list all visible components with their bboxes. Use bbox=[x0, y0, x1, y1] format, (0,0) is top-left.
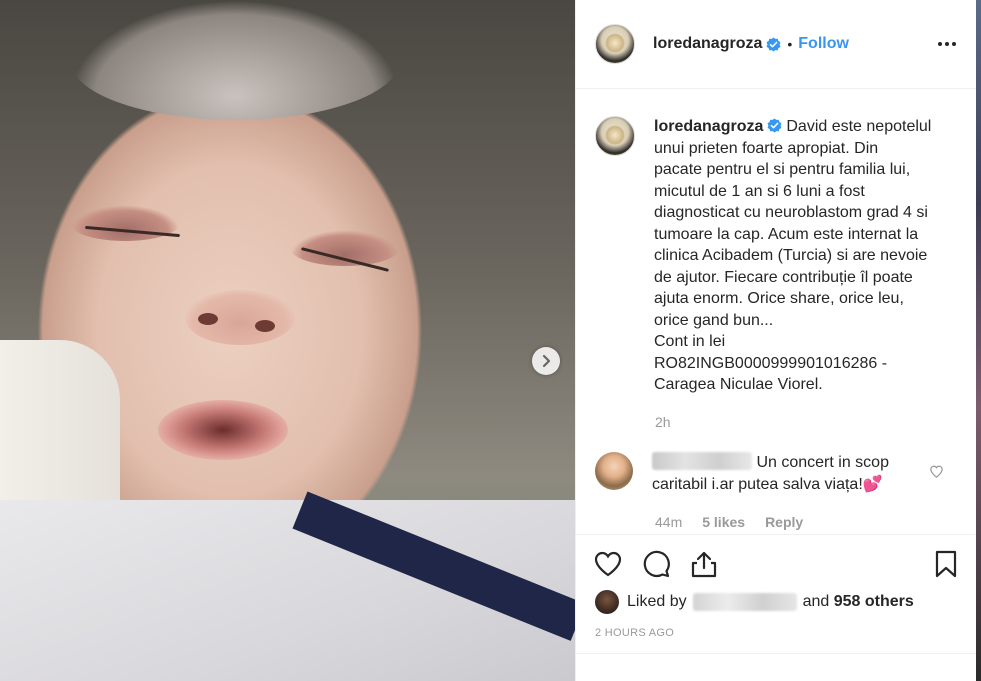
post-actions-bar bbox=[576, 534, 977, 593]
caption-line: de ajutor. Fiecare contribuție îl poate bbox=[654, 268, 913, 286]
caption-line: tumoare la cap. Acum este internat la bbox=[654, 225, 919, 243]
comment-reply-button[interactable]: Reply bbox=[765, 514, 803, 530]
caption-line: Caragea Niculae Viorel. bbox=[654, 376, 823, 393]
liker-avatar[interactable] bbox=[595, 590, 619, 614]
photo-mouth bbox=[158, 400, 288, 460]
author-avatar[interactable] bbox=[595, 24, 635, 64]
post-side-panel: loredanagroza • Follow loredanagroza Dav… bbox=[575, 0, 977, 681]
caption-line: ajuta enorm. Orice share, orice leu, bbox=[654, 290, 904, 307]
share-icon[interactable] bbox=[689, 549, 719, 579]
heart-icon[interactable] bbox=[593, 549, 623, 579]
caption-line: orice gand bun... bbox=[654, 311, 774, 329]
background-strip bbox=[976, 0, 981, 681]
likes-summary: Liked by and 958 others bbox=[595, 590, 914, 614]
comment-line: Un concert in scop bbox=[756, 454, 889, 471]
caption-line: Cont in lei bbox=[654, 333, 726, 350]
caption-username[interactable]: loredanagroza bbox=[654, 118, 763, 135]
photo-nostril bbox=[255, 320, 275, 332]
likes-others-count[interactable]: 958 others bbox=[834, 593, 914, 611]
next-photo-button[interactable] bbox=[532, 347, 560, 375]
comment-like-heart-icon[interactable] bbox=[929, 464, 944, 479]
more-options-icon[interactable] bbox=[937, 34, 957, 54]
post-caption: loredanagroza David este nepotelul unui … bbox=[595, 116, 965, 396]
chevron-right-icon bbox=[542, 354, 551, 368]
caption-line: David este nepotelul bbox=[786, 118, 932, 135]
verified-badge-icon bbox=[767, 118, 782, 133]
comment-item: Un concert in scop caritabil i.ar putea … bbox=[595, 452, 965, 495]
caption-author-avatar[interactable] bbox=[595, 116, 635, 156]
commenter-username-blurred[interactable] bbox=[652, 452, 752, 470]
author-username[interactable]: loredanagroza bbox=[653, 35, 762, 53]
header-separator: • bbox=[787, 36, 793, 52]
photo-hair bbox=[70, 0, 400, 120]
caption-line: diagnosticat cu neuroblastom grad 4 si bbox=[654, 204, 928, 221]
liker-username-blurred[interactable] bbox=[692, 593, 797, 611]
caption-line: clinica Acibadem (Turcia) si are nevoie bbox=[654, 247, 928, 264]
comment-likes-count[interactable]: 5 likes bbox=[702, 514, 745, 530]
photo-nostril bbox=[198, 313, 218, 325]
divider bbox=[576, 653, 977, 654]
caption-line: RO82INGB0000999901016286 - bbox=[654, 354, 888, 372]
caption-text: loredanagroza David este nepotelul unui … bbox=[654, 116, 959, 396]
comment-meta: 44m 5 likes Reply bbox=[655, 514, 803, 530]
post-photo[interactable] bbox=[0, 0, 575, 681]
likes-and-label: and bbox=[802, 593, 830, 610]
comment-text: Un concert in scop caritabil i.ar putea … bbox=[652, 452, 922, 495]
comment-bubble-icon[interactable] bbox=[641, 549, 671, 579]
comment-timestamp[interactable]: 44m bbox=[655, 514, 682, 530]
verified-badge-icon bbox=[766, 36, 781, 52]
post-header: loredanagroza • Follow bbox=[576, 0, 977, 89]
comment-line: caritabil i.ar putea salva viața!💕 bbox=[652, 475, 883, 493]
caption-line: unui prieten foarte apropiat. Din bbox=[654, 139, 879, 157]
bookmark-icon[interactable] bbox=[931, 549, 961, 579]
caption-line: pacate pentru el si pentru familia lui, bbox=[654, 161, 911, 178]
post-timestamp[interactable]: 2 HOURS AGO bbox=[595, 627, 674, 639]
follow-button[interactable]: Follow bbox=[798, 35, 849, 53]
caption-line: micutul de 1 an si 6 luni a fost bbox=[654, 182, 865, 200]
caption-timestamp[interactable]: 2h bbox=[655, 414, 671, 430]
liked-by-label: Liked by bbox=[627, 593, 687, 610]
commenter-avatar[interactable] bbox=[595, 452, 633, 490]
